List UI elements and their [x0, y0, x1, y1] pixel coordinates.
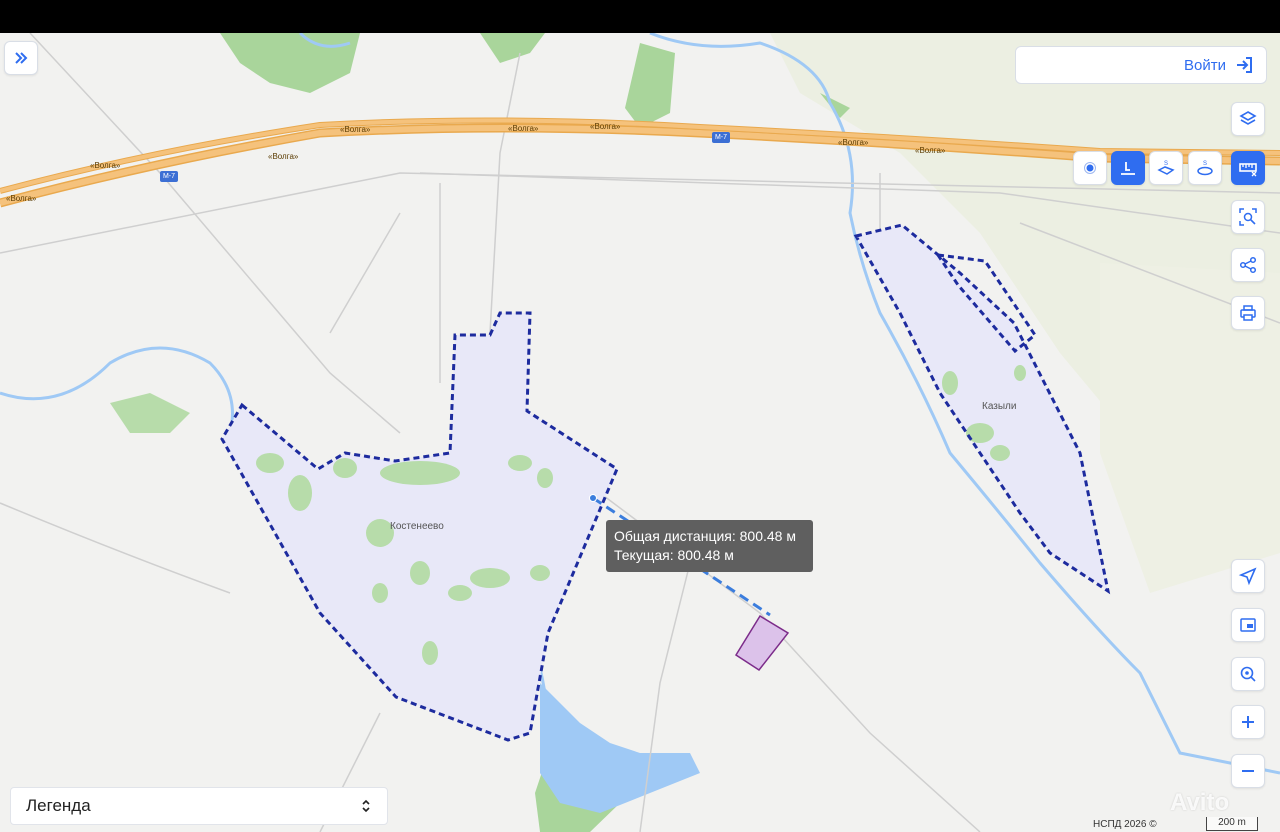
login-button[interactable]: Войти: [1015, 46, 1267, 84]
print-button[interactable]: [1231, 296, 1265, 330]
avito-watermark: Avito: [1170, 789, 1230, 816]
area-measure-icon: S: [1157, 161, 1175, 175]
layers-button[interactable]: [1231, 102, 1265, 136]
minimap-icon: [1240, 618, 1256, 632]
line-measure-icon: [1121, 162, 1135, 175]
zoom-out-button[interactable]: [1231, 754, 1265, 788]
settlement-label: Костенеево: [390, 521, 444, 532]
layers-icon: [1239, 111, 1257, 125]
minimap-button[interactable]: [1231, 608, 1265, 642]
geolocation-button[interactable]: [1231, 559, 1265, 593]
ruler-button[interactable]: [1231, 151, 1265, 185]
road-label: «Волга»: [590, 122, 621, 131]
road-shield: М-7: [160, 171, 178, 182]
total-distance: Общая дистанция: 800.48 м: [614, 528, 796, 544]
share-icon: [1239, 256, 1257, 274]
login-label: Войти: [1184, 56, 1226, 74]
location-search-icon: [1240, 666, 1256, 682]
measure-point-button[interactable]: [1073, 151, 1107, 185]
minus-icon: [1242, 770, 1254, 772]
distance-tooltip: Общая дистанция: 800.48 м Текущая: 800.4…: [606, 520, 813, 572]
measure-line-button[interactable]: [1111, 151, 1145, 185]
road-shield: М-7: [712, 132, 730, 143]
road-label: «Волга»: [915, 146, 946, 155]
login-icon: [1237, 57, 1252, 73]
legend-label: Легенда: [26, 796, 91, 815]
scale-bar: 200 m: [1206, 817, 1258, 831]
zoom-in-button[interactable]: [1231, 705, 1265, 739]
top-bar: [0, 0, 1280, 33]
copyright: НСПД 2026 ©: [1093, 819, 1157, 830]
road-label: «Волга»: [268, 152, 299, 161]
printer-icon: [1240, 305, 1256, 321]
plus-icon: [1242, 716, 1254, 728]
chevrons-right-icon: [15, 52, 28, 64]
ruler-icon: [1239, 163, 1257, 177]
svg-text:S: S: [1203, 161, 1207, 167]
road-label: «Волга»: [838, 138, 869, 147]
measure-area-button[interactable]: S: [1149, 151, 1183, 185]
area-search-icon: [1239, 208, 1257, 226]
area-search-button[interactable]: [1231, 200, 1265, 234]
point-icon: [1084, 162, 1096, 174]
navigation-arrow-icon: [1238, 567, 1257, 586]
circle-area-icon: S: [1197, 161, 1213, 176]
settlement-label: Казыли: [982, 401, 1017, 412]
chevron-updown-icon: [362, 799, 370, 813]
road-label: «Волга»: [90, 161, 121, 170]
share-button[interactable]: [1231, 248, 1265, 282]
svg-text:S: S: [1164, 161, 1168, 167]
road-label: «Волга»: [508, 124, 539, 133]
current-distance: Текущая: 800.48 м: [614, 547, 734, 563]
expand-panel-button[interactable]: [4, 41, 38, 75]
measure-circle-button[interactable]: S: [1188, 151, 1222, 185]
location-search-button[interactable]: [1231, 657, 1265, 691]
map-view[interactable]: «Волга» «Волга» «Волга» «Волга» «Волга» …: [0, 33, 1280, 832]
road-label: «Волга»: [6, 194, 37, 203]
road-label: «Волга»: [340, 125, 371, 134]
legend-select[interactable]: Легенда: [10, 787, 388, 825]
